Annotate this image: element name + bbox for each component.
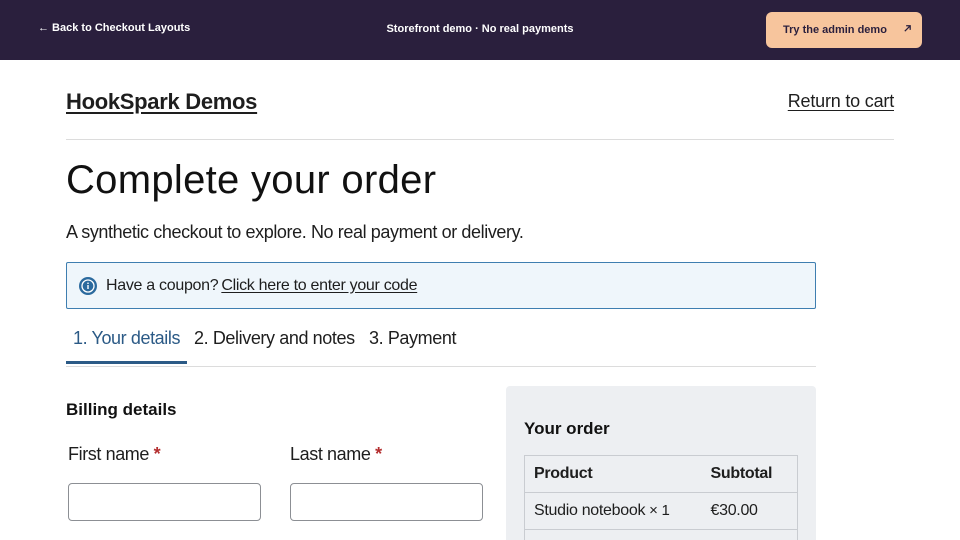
try-admin-demo-button[interactable]: Try the admin demo xyxy=(766,12,922,48)
page-title: Complete your order xyxy=(66,158,437,202)
product-name: Studio notebook xyxy=(534,502,646,519)
checkout-steps: 1. Your details 2. Delivery and notes 3.… xyxy=(66,322,816,367)
order-product-cell: Studio notebook × 1 xyxy=(524,492,702,530)
enter-coupon-link[interactable]: Click here to enter your code xyxy=(221,277,417,295)
first-name-label: First name * xyxy=(68,444,161,465)
required-mark: * xyxy=(375,444,382,464)
coupon-text: Have a coupon? xyxy=(106,276,219,294)
coupon-notice: Have a coupon? Click here to enter your … xyxy=(66,262,816,309)
column-subtotal: Subtotal xyxy=(701,455,798,493)
site-title-link[interactable]: HookSpark Demos xyxy=(66,89,257,115)
order-table: Product Subtotal Studio notebook × 1 €30.… xyxy=(524,455,798,540)
product-quantity: × 1 xyxy=(649,502,670,519)
step-your-details[interactable]: 1. Your details xyxy=(66,328,188,364)
last-name-input[interactable] xyxy=(290,483,483,521)
billing-details-heading: Billing details xyxy=(66,400,177,419)
last-name-label-text: Last name xyxy=(290,444,371,464)
site-header: HookSpark Demos Return to cart xyxy=(66,88,894,140)
page-subtitle: A synthetic checkout to explore. No real… xyxy=(66,222,524,242)
order-summary-title: Your order xyxy=(524,419,610,438)
arrow-up-right-icon xyxy=(903,24,912,36)
step-delivery-notes[interactable]: 2. Delivery and notes xyxy=(194,328,355,358)
first-name-input[interactable] xyxy=(68,483,261,521)
return-to-cart-link[interactable]: Return to cart xyxy=(788,91,894,112)
first-name-label-text: First name xyxy=(68,444,150,464)
info-icon xyxy=(79,276,97,295)
admin-button-label: Try the admin demo xyxy=(783,24,887,36)
table-row: Studio notebook × 1 €30.00 xyxy=(524,492,798,530)
step-payment[interactable]: 3. Payment xyxy=(369,328,456,358)
order-subtotal-cell: €30.00 xyxy=(701,492,798,530)
order-empty-cell xyxy=(524,529,702,540)
table-row xyxy=(524,529,798,540)
required-mark: * xyxy=(153,444,161,464)
order-empty-cell xyxy=(701,529,798,540)
column-product: Product xyxy=(524,455,702,493)
order-table-header: Product Subtotal xyxy=(524,455,798,493)
last-name-label: Last name * xyxy=(290,444,382,465)
demo-topbar: ← Back to Checkout Layouts Storefront de… xyxy=(0,0,960,60)
order-summary-panel: Your order Product Subtotal Studio noteb… xyxy=(506,386,816,540)
